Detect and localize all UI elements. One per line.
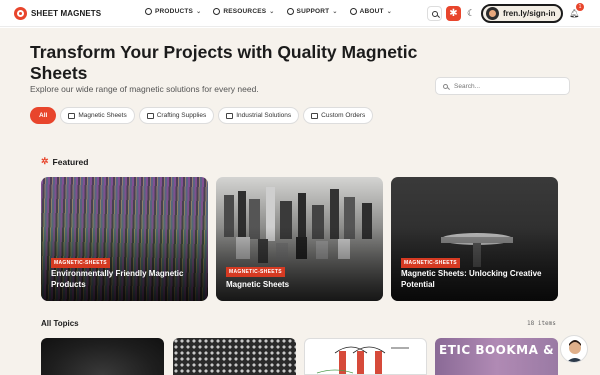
featured-card[interactable]: MAGNETIC-SHEETS Magnetic Sheets — [216, 177, 383, 301]
card-title: Magnetic Sheets — [226, 280, 290, 289]
chevron-down-icon: ⌄ — [386, 9, 392, 15]
top-navbar: SHEET MAGNETS PRODUCTS ⌄ RESOURCES ⌄ SUP… — [0, 0, 600, 27]
search-button[interactable] — [427, 6, 442, 21]
featured-card[interactable]: MAGNETIC-SHEETS Environmentally Friendly… — [41, 177, 208, 301]
category-badge: MAGNETIC-SHEETS — [401, 258, 460, 268]
menu-label: SUPPORT — [296, 8, 330, 15]
category-badge: MAGNETIC-SHEETS — [226, 267, 285, 277]
search-box[interactable] — [435, 77, 570, 95]
featured-heading: ✲ Featured — [41, 156, 88, 167]
chevron-down-icon: ⌄ — [196, 9, 202, 15]
main-menu: PRODUCTS ⌄ RESOURCES ⌄ SUPPORT ⌄ ABOUT ⌄ — [145, 8, 404, 15]
chip-label: All — [39, 112, 48, 119]
sign-in-button[interactable]: fren.ly/sign-in — [481, 4, 563, 23]
magnet-logo-icon — [14, 7, 27, 20]
support-chat-avatar[interactable] — [560, 335, 588, 363]
magnet-diagram-image — [316, 346, 409, 374]
search-icon — [431, 10, 438, 17]
topic-card[interactable] — [304, 338, 427, 375]
search-icon — [443, 83, 448, 89]
chip-label: Industrial Solutions — [236, 112, 292, 119]
box-icon — [311, 112, 319, 119]
compass-icon — [349, 8, 357, 15]
menu-label: ABOUT — [359, 8, 384, 15]
card-title: Magnetic Sheets: Unlocking Creative Pote… — [401, 269, 542, 289]
sign-in-label: fren.ly/sign-in — [503, 9, 556, 18]
box-icon — [68, 112, 76, 119]
sparkle-icon: ✱ — [449, 7, 458, 19]
brand-name: SHEET MAGNETS — [31, 9, 102, 18]
compass-icon — [145, 8, 152, 15]
filter-magnetic-sheets[interactable]: Magnetic Sheets — [60, 107, 135, 124]
box-icon — [146, 112, 154, 119]
page-subtitle: Explore our wide range of magnetic solut… — [30, 84, 259, 94]
ai-spark-button[interactable]: ✱ — [446, 6, 461, 21]
category-badge: MAGNETIC-SHEETS — [51, 258, 110, 268]
filter-chips: All Magnetic Sheets Crafting Supplies In… — [30, 107, 377, 124]
page-title: Transform Your Projects with Quality Mag… — [30, 42, 418, 83]
menu-label: RESOURCES — [223, 8, 267, 15]
menu-support[interactable]: SUPPORT ⌄ — [286, 8, 338, 15]
topic-card[interactable] — [173, 338, 296, 375]
menu-resources[interactable]: RESOURCES ⌄ — [213, 8, 274, 15]
sparkle-icon: ✲ — [41, 156, 49, 166]
brand-logo[interactable]: SHEET MAGNETS — [14, 7, 101, 20]
featured-card[interactable]: MAGNETIC-SHEETS Magnetic Sheets: Unlocki… — [391, 177, 558, 301]
topic-card[interactable]: ETIC BOOKMA & REF MAGNETS — [435, 338, 558, 375]
content-section: ✲ Featured MAGNETIC-SHEETS Environmental… — [0, 141, 600, 375]
chip-label: Crafting Supplies — [156, 112, 207, 119]
all-topics-heading: All Topics — [41, 319, 79, 328]
chevron-down-icon: ⌄ — [269, 9, 275, 15]
search-input[interactable] — [454, 82, 554, 90]
topic-card[interactable] — [41, 338, 164, 375]
menu-about[interactable]: ABOUT ⌄ — [349, 8, 392, 15]
compass-icon — [286, 8, 294, 15]
chevron-down-icon: ⌄ — [332, 9, 338, 15]
card-title: Environmentally Friendly Magnetic Produc… — [51, 269, 184, 289]
filter-custom-orders[interactable]: Custom Orders — [303, 107, 374, 124]
menu-products[interactable]: PRODUCTS ⌄ — [145, 8, 201, 15]
menu-label: PRODUCTS — [155, 8, 194, 15]
moon-icon: ☾ — [466, 7, 476, 18]
filter-crafting-supplies[interactable]: Crafting Supplies — [138, 107, 215, 124]
thumbnail-text: ETIC BOOKMA & REF MAGNETS — [439, 343, 558, 357]
user-avatar-icon — [486, 7, 499, 20]
filter-all[interactable]: All — [30, 107, 57, 124]
hero-section: Transform Your Projects with Quality Mag… — [0, 28, 600, 141]
theme-toggle-button[interactable]: ☾ — [465, 7, 477, 19]
notification-count-badge: 1 — [576, 3, 584, 11]
items-count: 18 items — [527, 320, 556, 327]
box-icon — [226, 112, 234, 119]
compass-icon — [213, 8, 221, 15]
chip-label: Custom Orders — [321, 112, 366, 119]
featured-heading-label: Featured — [52, 156, 89, 167]
chip-label: Magnetic Sheets — [78, 112, 127, 119]
filter-industrial-solutions[interactable]: Industrial Solutions — [218, 107, 300, 124]
